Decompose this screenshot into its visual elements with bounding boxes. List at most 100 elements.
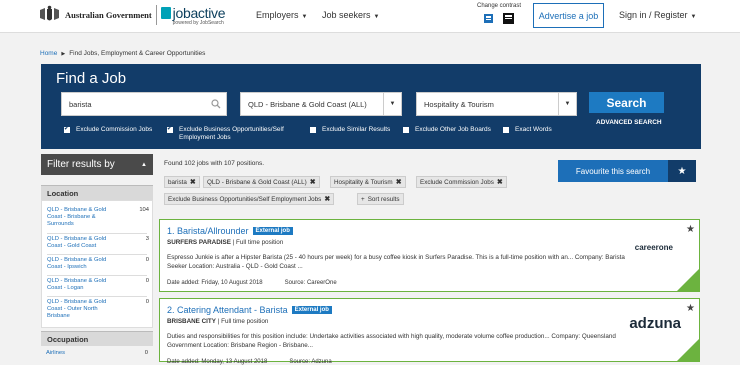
filter-header[interactable]: Filter results by ▲ — [41, 154, 153, 175]
keyword-input[interactable]: barista — [61, 92, 227, 116]
facet-count: 3 — [145, 236, 149, 242]
job-source: Source: CareerOne — [284, 280, 337, 286]
exclude-business-checkbox[interactable]: Exclude Business Opportunities/Self Empl… — [167, 125, 301, 142]
star-icon[interactable]: ★ — [686, 224, 695, 235]
facet-location-item[interactable]: QLD - Brisbane & Gold Coast - Brisbane &… — [47, 207, 149, 228]
remove-icon[interactable]: ✖ — [190, 178, 196, 186]
external-badge: External job — [252, 227, 293, 235]
checkbox-icon — [310, 127, 316, 133]
category-value: Hospitality & Tourism — [424, 99, 494, 109]
job-description: Duties and responsibilities for this pos… — [167, 333, 616, 349]
facet-divider — [47, 275, 147, 276]
favourite-label: Favourite this search — [575, 166, 651, 176]
category-select[interactable]: Hospitality & Tourism ▼ — [416, 92, 577, 116]
facet-occupation-header[interactable]: Occupation — [41, 331, 153, 346]
breadcrumb-home[interactable]: Home — [40, 50, 57, 57]
facet-count: 0 — [145, 278, 149, 284]
signin-menu[interactable]: Sign in / Register ▼ — [619, 10, 697, 20]
job-date: Date added: Friday, 10 August 2018 — [167, 280, 263, 286]
job-title[interactable]: 2. Catering Attendant - Barista External … — [167, 305, 332, 315]
job-location: BRISBANE CITY | Full time position — [167, 318, 268, 325]
job-source: Source: Adzuna — [289, 359, 332, 365]
nav-employers[interactable]: Employers ▼ — [256, 10, 307, 20]
filter-chip[interactable]: barista ✖ — [164, 176, 200, 188]
chevron-down-icon: ▼ — [558, 93, 576, 115]
advanced-search-link[interactable]: ADVANCED SEARCH — [596, 119, 662, 126]
job-title-text: 1. Barista/Allrounder — [167, 226, 249, 236]
job-date: Date added: Monday, 13 August 2018 — [167, 359, 268, 365]
job-meta: Date added: Monday, 13 August 2018 Source… — [167, 359, 354, 365]
remove-icon[interactable]: ✖ — [497, 178, 503, 186]
filter-chip[interactable]: QLD - Brisbane & Gold Coast (ALL) ✖ — [203, 176, 320, 188]
breadcrumb-separator-icon: ▶ — [61, 51, 66, 57]
facet-count: 0 — [145, 299, 149, 305]
checkbox-icon — [503, 127, 509, 133]
search-button[interactable]: Search — [589, 92, 664, 113]
gov-logo[interactable]: Australian Government jobactive powered … — [36, 4, 226, 26]
exclude-similar-checkbox[interactable]: Exclude Similar Results — [310, 126, 390, 134]
contrast-normal-icon[interactable] — [484, 14, 493, 23]
jobactive-mark-icon — [160, 6, 171, 19]
breadcrumb-current: Find Jobs, Employment & Career Opportuni… — [69, 50, 206, 57]
gov-name: Australian Government — [65, 10, 152, 20]
facet-location-item[interactable]: QLD - Brisbane & Gold Coast - Gold Coast… — [47, 236, 149, 250]
card-corner-accent — [677, 339, 699, 361]
checkbox-label: Exclude Other Job Boards — [415, 126, 491, 133]
location-select[interactable]: QLD - Brisbane & Gold Coast (ALL) ▼ — [240, 92, 402, 116]
nav-employers-label: Employers — [256, 10, 299, 20]
remove-icon[interactable]: ✖ — [324, 195, 330, 203]
job-card[interactable]: 1. Barista/Allrounder External job SURFER… — [159, 219, 700, 292]
plus-icon: + — [361, 195, 365, 203]
breadcrumb: Home ▶ Find Jobs, Employment & Career Oppo… — [40, 50, 205, 57]
facet-count: 104 — [139, 207, 149, 213]
careerone-logo: careerone — [634, 243, 673, 252]
job-card[interactable]: 2. Catering Attendant - Barista External … — [159, 298, 700, 365]
advertise-job-button[interactable]: Advertise a job — [533, 3, 604, 28]
remove-icon[interactable]: ✖ — [310, 178, 316, 186]
brand-name: jobactive — [172, 4, 226, 21]
job-title-text: 2. Catering Attendant - Barista — [167, 305, 288, 315]
facet-count: 0 — [145, 257, 149, 263]
search-icon — [211, 99, 221, 111]
find-job-panel: Find a Job barista QLD - Brisbane & Gold… — [41, 64, 701, 149]
contrast-high-icon[interactable] — [503, 13, 514, 24]
facet-location-header[interactable]: Location — [41, 185, 153, 200]
facet-location-item[interactable]: QLD - Brisbane & Gold Coast - Logan 0 — [47, 278, 149, 292]
facet-label: QLD - Brisbane & Gold Coast - Gold Coast — [47, 236, 107, 249]
checkbox-label: Exclude Business Opportunities/Self Empl… — [179, 126, 284, 141]
facet-label: QLD - Brisbane & Gold Coast - Brisbane &… — [47, 207, 107, 227]
filter-chip[interactable]: Exclude Commission Jobs ✖ — [416, 176, 507, 188]
coat-of-arms-icon — [36, 5, 62, 25]
filter-chip[interactable]: Exclude Business Opportunities/Self Empl… — [164, 193, 335, 205]
facet-label: Airlines — [46, 350, 66, 356]
job-type: | Full time position — [230, 239, 284, 246]
jobactive-logo: jobactive powered by JobSearch — [160, 4, 226, 26]
sort-label: Sort results — [367, 195, 400, 203]
external-badge: External job — [291, 306, 332, 314]
exclude-other-boards-checkbox[interactable]: Exclude Other Job Boards — [403, 126, 491, 134]
facet-divider — [47, 296, 147, 297]
chevron-down-icon: ▼ — [690, 14, 697, 20]
facet-divider — [47, 233, 147, 234]
job-type: | Full time position — [215, 318, 269, 325]
facet-label: QLD - Brisbane & Gold Coast - Outer Nort… — [47, 299, 107, 319]
sort-results-button[interactable]: + Sort results — [357, 193, 404, 205]
nav-job-seekers[interactable]: Job seekers ▼ — [322, 10, 379, 20]
facet-location-item[interactable]: QLD - Brisbane & Gold Coast - Outer Nort… — [47, 299, 149, 320]
chip-label: QLD - Brisbane & Gold Coast (ALL) — [207, 178, 307, 186]
job-title[interactable]: 1. Barista/Allrounder External job — [167, 226, 293, 236]
remove-icon[interactable]: ✖ — [396, 178, 402, 186]
filter-title: Filter results by — [47, 159, 115, 170]
checkbox-checked-icon — [64, 125, 70, 133]
facet-location-item[interactable]: QLD - Brisbane & Gold Coast - Ipswich 0 — [47, 257, 149, 271]
exclude-commission-checkbox[interactable]: Exclude Commission Jobs — [64, 125, 152, 134]
star-icon[interactable]: ★ — [686, 303, 695, 314]
exact-words-checkbox[interactable]: Exact Words — [503, 126, 552, 134]
facet-occupation-item[interactable]: Airlines 0 — [46, 350, 148, 357]
checkbox-icon — [403, 127, 409, 133]
favourite-search-button[interactable]: Favourite this search ★ — [558, 160, 696, 182]
job-description: Espresso Junkie is after a Hipster Baris… — [167, 254, 625, 270]
filter-chip[interactable]: Hospitality & Tourism ✖ — [330, 176, 406, 188]
chip-label: Exclude Commission Jobs — [420, 178, 494, 186]
job-location-name: BRISBANE CITY — [167, 318, 216, 325]
